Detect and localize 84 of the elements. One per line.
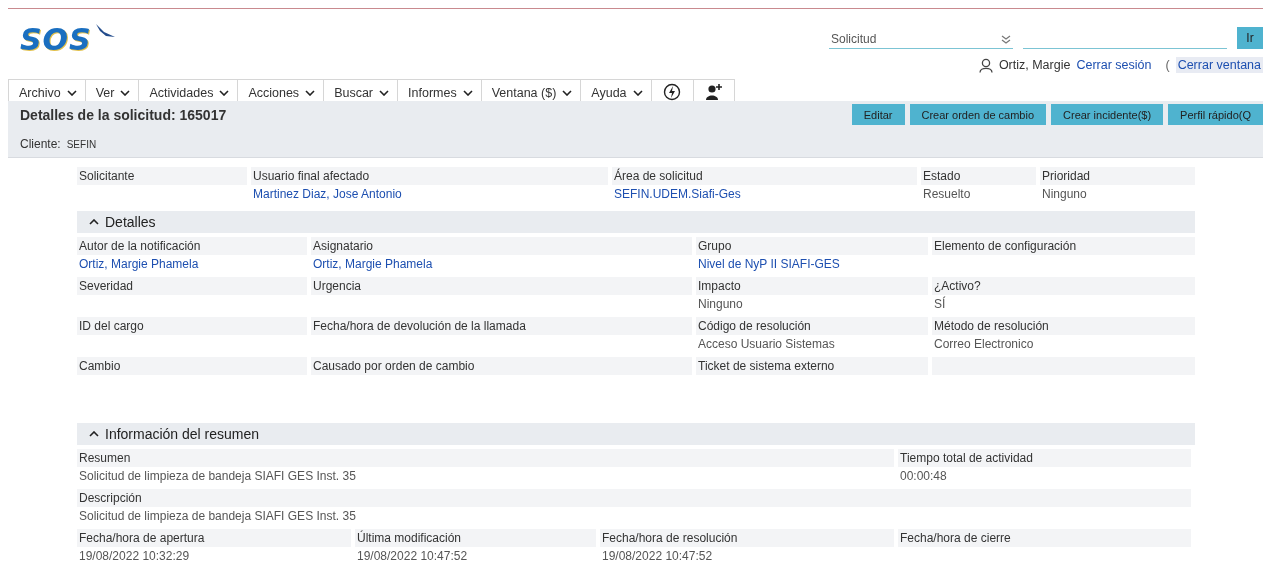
field-value: Solicitud de limpieza de bandeja SIAFI GES Inst. 35	[78, 508, 357, 525]
field-label: Grupo	[696, 237, 928, 255]
field-label: Prioridad	[1040, 167, 1195, 185]
menu-item[interactable]: Buscar	[323, 79, 398, 101]
field-label: Impacto	[696, 277, 928, 295]
field-value: 00:00:48	[899, 468, 948, 485]
chevron-down-icon	[120, 89, 131, 96]
field-value: 19/08/2022 10:47:52	[356, 548, 469, 565]
chevron-down-icon	[305, 89, 316, 96]
chevron-down-icon	[462, 89, 473, 96]
field-link[interactable]: SEFIN.UDEM.Siafi-Ges	[612, 185, 917, 203]
field-link[interactable]: Martinez Diaz, Jose Antonio	[251, 185, 608, 203]
field-label: Fecha/hora de cierre	[898, 529, 1191, 547]
field-label: Autor de la notificación	[77, 237, 307, 255]
field-value: 19/08/2022 10:32:29	[78, 548, 191, 565]
logout-link[interactable]: Cerrar sesión	[1076, 58, 1152, 72]
scope-select[interactable]: Solicitud	[829, 32, 1013, 49]
field-value: Ninguno	[1041, 186, 1088, 203]
field-value: SÍ	[933, 295, 947, 313]
field-label: Usuario final afectado	[251, 167, 608, 185]
field-link[interactable]: Nivel de NyP II SIAFI-GES	[696, 255, 928, 273]
menu-item[interactable]: Ayuda	[580, 79, 651, 101]
field-label: Resumen	[77, 449, 894, 467]
field-label: Tiempo total de actividad	[898, 449, 1191, 467]
field-label: ID del cargo	[77, 317, 307, 335]
section-header[interactable]: Información del resumen	[77, 423, 1195, 445]
action-button[interactable]: Crear incidente($)	[1051, 104, 1164, 125]
field-label: Cambio	[77, 357, 307, 375]
chevron-down-icon	[632, 89, 643, 96]
field-value: Solicitud de limpieza de bandeja SIAFI GES Inst. 35	[78, 468, 357, 485]
chevron-down-icon	[219, 89, 230, 96]
chevron-down-icon	[66, 89, 77, 96]
field-value: Acceso Usuario Sistemas	[697, 336, 836, 353]
user-icon	[978, 57, 993, 73]
lightning-icon	[663, 82, 682, 101]
user-name: Ortiz, Margie	[998, 58, 1071, 72]
field-label: Urgencia	[311, 277, 692, 295]
action-button[interactable]: Crear orden de cambio	[909, 104, 1047, 125]
field-label: Fecha/hora de resolución	[600, 529, 894, 547]
field-label: ¿Activo?	[932, 277, 1195, 295]
field-label: Descripción	[77, 489, 1191, 507]
field-link[interactable]: Ortiz, Margie Phamela	[77, 255, 307, 273]
chevron-down-icon	[562, 89, 573, 96]
action-button[interactable]: Perfil rápido(Q	[1168, 104, 1263, 125]
field-label: Fecha/hora de apertura	[77, 529, 351, 547]
chevron-up-icon	[89, 431, 99, 437]
field-value: Correo Electronico	[933, 336, 1035, 353]
toolbar-button[interactable]	[692, 79, 735, 101]
field-label: Fecha/hora de devolución de la llamada	[311, 317, 692, 335]
action-button[interactable]: Editar	[851, 104, 905, 125]
field-value: Resuelto	[922, 186, 972, 203]
field-value: Ninguno	[697, 296, 744, 313]
logo: SOS	[20, 23, 116, 57]
client-label: Cliente:	[20, 137, 61, 151]
menu-item[interactable]: Acciones	[237, 79, 324, 101]
field-label: Causado por orden de cambio	[311, 357, 692, 375]
field-link[interactable]: Ortiz, Margie Phamela	[311, 255, 692, 273]
close-window-link[interactable]: Cerrar ventana	[1175, 57, 1263, 73]
double-chevron-icon	[1001, 34, 1011, 44]
menu-item[interactable]: Informes	[397, 79, 481, 101]
parenthesis: (	[1165, 58, 1170, 72]
field-label: Ticket de sistema externo	[696, 357, 928, 375]
field-label: Severidad	[77, 277, 307, 295]
chevron-up-icon	[89, 219, 99, 225]
section-header[interactable]: Detalles	[77, 211, 1195, 233]
add-person-icon	[704, 82, 723, 101]
menu-item[interactable]: Archivo	[8, 79, 85, 101]
field-label: Elemento de configuración	[932, 237, 1195, 255]
field-label: Estado	[921, 167, 1036, 185]
field-label: Última modificación	[355, 529, 596, 547]
field-label: Solicitante	[77, 167, 247, 185]
chevron-down-icon	[379, 89, 390, 96]
page-title: Detalles de la solicitud: 165017	[20, 106, 227, 123]
field-label: Asignatario	[311, 237, 692, 255]
client-value: SEFIN	[66, 139, 97, 150]
menu-item[interactable]: Actividades	[138, 79, 238, 101]
field-value: 19/08/2022 10:47:52	[601, 548, 714, 565]
field-label: Área de solicitud	[612, 167, 917, 185]
field-label: Código de resolución	[696, 317, 928, 335]
field-label: Método de resolución	[932, 317, 1195, 335]
toolbar-button[interactable]	[650, 79, 693, 101]
go-button[interactable]: Ir	[1237, 27, 1263, 49]
menu-item[interactable]: Ventana ($)	[480, 79, 581, 101]
menu-item[interactable]: Ver	[84, 79, 139, 101]
